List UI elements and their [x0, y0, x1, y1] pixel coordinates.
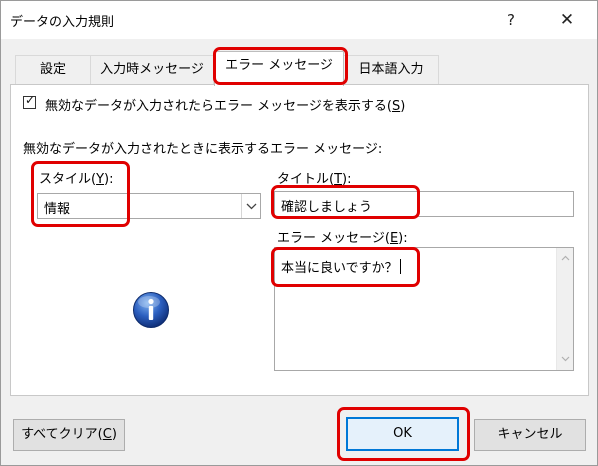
- checkmark-icon: ✓: [25, 93, 36, 107]
- data-validation-dialog: データの入力規則 ? ✕ 設定 入力時メッセージ エラー メッセージ 日本語入力…: [0, 0, 598, 466]
- textarea-scrollbar[interactable]: [556, 248, 573, 370]
- title-input-value: 確認しましょう: [281, 200, 373, 215]
- show-error-checkbox[interactable]: ✓: [23, 93, 36, 109]
- error-message-textarea[interactable]: 本当に良いですか？: [274, 247, 574, 371]
- show-error-checkbox-label[interactable]: 無効なデータが入力されたらエラー メッセージを表示する(S): [45, 95, 405, 114]
- dialog-title: データの入力規則: [10, 15, 115, 30]
- tab-settings[interactable]: 設定: [15, 55, 91, 85]
- style-select-value: 情報: [44, 202, 71, 217]
- style-label: スタイル(Y):: [39, 172, 114, 187]
- text-caret: [399, 259, 401, 274]
- chevron-down-icon[interactable]: [241, 194, 260, 218]
- error-message-value: 本当に良いですか？: [281, 257, 401, 276]
- information-icon: [133, 292, 169, 328]
- clear-all-button[interactable]: すべてクリア(C): [13, 419, 125, 451]
- ok-button[interactable]: OK: [346, 417, 459, 451]
- scroll-up-icon[interactable]: [561, 254, 570, 263]
- close-button[interactable]: ✕: [553, 7, 581, 33]
- tab-error-message[interactable]: エラー メッセージ: [214, 51, 344, 86]
- tab-input-message[interactable]: 入力時メッセージ: [90, 55, 214, 85]
- scroll-down-icon[interactable]: [561, 354, 570, 363]
- error-message-label: エラー メッセージ(E):: [277, 231, 408, 246]
- title-input[interactable]: 確認しましょう: [274, 191, 574, 217]
- help-button[interactable]: ?: [497, 7, 525, 33]
- title-label: タイトル(T):: [277, 172, 352, 187]
- style-select[interactable]: 情報: [37, 193, 261, 219]
- cancel-button[interactable]: キャンセル: [474, 419, 586, 451]
- title-bar: データの入力規則 ? ✕: [1, 1, 597, 39]
- tab-strip: 設定 入力時メッセージ エラー メッセージ 日本語入力: [1, 39, 597, 86]
- section-heading: 無効なデータが入力されたときに表示するエラー メッセージ:: [23, 142, 383, 157]
- tab-ime-mode[interactable]: 日本語入力: [343, 55, 439, 85]
